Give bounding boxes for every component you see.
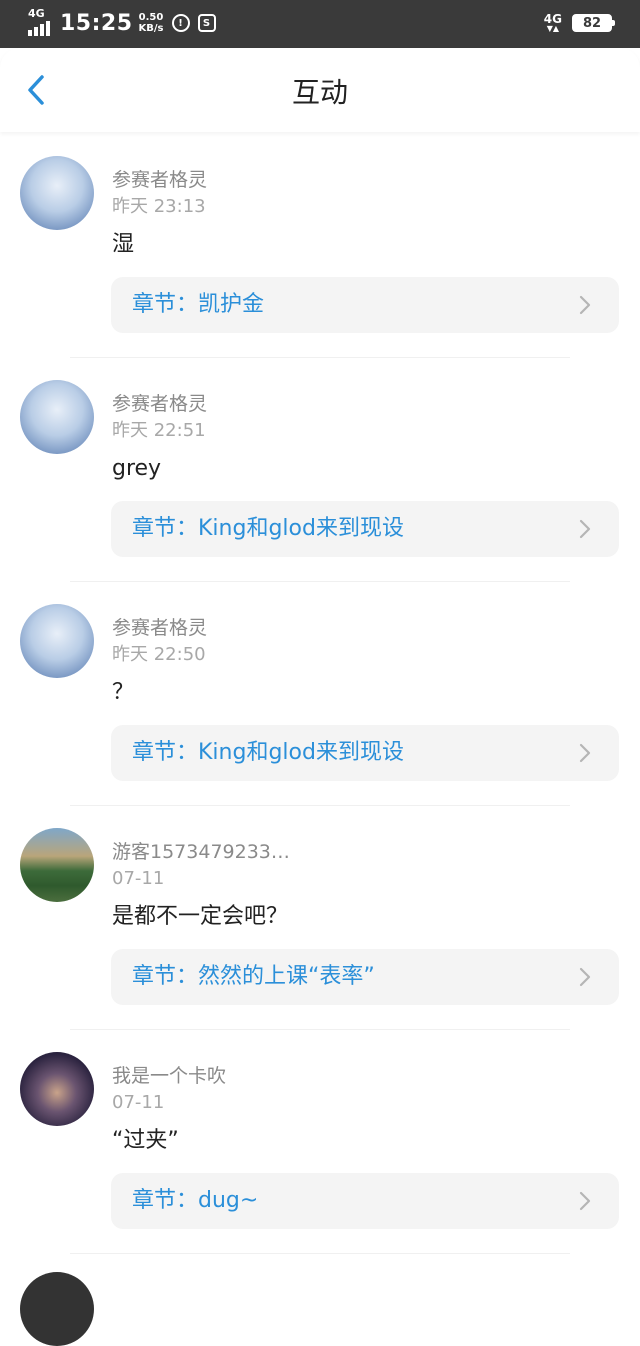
status-time: 15:25 [60,10,133,36]
timestamp: 07-11 [112,1092,165,1113]
comment-text: 是都不一定会吧？ [112,904,289,929]
list-item: 参赛者格灵 昨天 22:50 ？ 章节：King和glod来到现设 [0,582,640,806]
avatar[interactable] [20,1272,94,1346]
chapter-link[interactable]: 章节：然然的上课“表率” [111,949,619,1005]
chevron-right-icon [579,967,591,987]
notification-icon: ! [171,14,190,32]
network-type-left: 4G [28,7,45,20]
chapter-link[interactable]: 章节：King和glod来到现设 [111,725,619,781]
comment-text: “过夹” [112,1128,179,1153]
signal-icon: 4G [28,7,54,36]
user-name[interactable]: 我是一个卡吹 [112,1064,226,1088]
user-name[interactable]: 参赛者格灵 [112,392,207,416]
chevron-right-icon [579,743,591,763]
comment-text: grey [112,456,162,481]
list-item: 游客1573479233… 07-11 是都不一定会吧？ 章节：然然的上课“表率… [0,806,640,1030]
network-speed-value: 0.50 [138,12,164,23]
list-item: 参赛者格灵 昨天 22:51 grey 章节：King和glod来到现设 [0,358,640,582]
chapter-label: 章节：dug~ [132,1188,259,1213]
timestamp: 昨天 22:50 [112,644,206,665]
chevron-right-icon [579,519,591,539]
page-title: 互动 [291,76,348,109]
chapter-link[interactable]: 章节：dug~ [111,1173,619,1229]
mobile-data-icon: 4G ▼▲ [543,12,562,33]
comment-text: ？ [112,680,135,705]
avatar[interactable] [20,604,94,678]
chevron-right-icon [579,295,591,315]
network-speed-unit: KB/s [138,23,164,34]
chapter-label: 章节：凯护金 [132,292,265,317]
timestamp: 昨天 23:13 [112,196,206,217]
network-speed: 0.50 KB/s [139,12,164,34]
avatar[interactable] [20,828,94,902]
chapter-label: 章节：King和glod来到现设 [132,516,404,541]
app-notification-icon: S [197,14,216,32]
chapter-label: 章节：然然的上课“表率” [132,964,375,989]
chapter-link[interactable]: 章节：King和glod来到现设 [111,501,619,557]
list-item: 参赛者格灵 昨天 23:13 湿 章节：凯护金 [0,134,640,358]
chapter-label: 章节：King和glod来到现设 [132,740,404,765]
comment-text: 湿 [112,232,135,257]
avatar[interactable] [20,1052,94,1126]
chapter-link[interactable]: 章节：凯护金 [111,277,619,333]
divider [70,1253,570,1254]
status-left: 4G 15:25 0.50 KB/s ! S [28,7,216,36]
nav-header: 互动 [0,48,640,132]
status-bar: 4G 15:25 0.50 KB/s ! S 4G ▼▲ 82 [0,0,640,48]
timestamp: 昨天 22:51 [112,420,206,441]
user-name[interactable]: 参赛者格灵 [112,168,207,192]
user-name[interactable]: 游客1573479233… [112,840,290,864]
list-item: 我是一个卡吹 07-11 “过夹” 章节：dug~ [0,1030,640,1254]
timestamp: 07-11 [112,868,165,889]
chevron-right-icon [579,1191,591,1211]
status-right: 4G ▼▲ 82 [543,12,615,33]
battery-level: 82 [582,15,602,31]
user-name[interactable]: 参赛者格灵 [112,616,207,640]
avatar[interactable] [20,156,94,230]
avatar[interactable] [20,380,94,454]
battery-icon: 82 [572,14,615,32]
interaction-list: 参赛者格灵 昨天 23:13 湿 章节：凯护金 参赛者格灵 昨天 22:51 g… [0,134,640,1254]
